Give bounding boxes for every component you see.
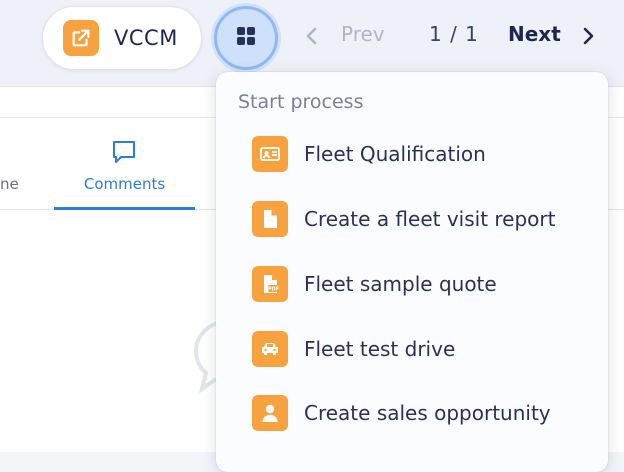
person-icon bbox=[252, 395, 288, 431]
dropdown-heading: Start process bbox=[238, 91, 364, 113]
tab-partial[interactable]: ne bbox=[0, 175, 19, 193]
vccm-button[interactable]: VCCM bbox=[42, 6, 202, 70]
vccm-label: VCCM bbox=[114, 26, 178, 50]
document-icon bbox=[252, 201, 288, 237]
menu-item-label: Fleet sample quote bbox=[304, 272, 497, 296]
chevron-left-icon[interactable] bbox=[302, 26, 322, 46]
grid-menu-button[interactable] bbox=[214, 6, 278, 70]
menu-item-fleet-sample-quote[interactable]: PDF Fleet sample quote bbox=[252, 264, 592, 304]
menu-item-create-sales-opportunity[interactable]: Create sales opportunity bbox=[252, 393, 592, 433]
start-process-dropdown: Start process Fleet Qualification Create… bbox=[216, 72, 608, 472]
menu-item-fleet-visit-report[interactable]: Create a fleet visit report bbox=[252, 199, 592, 239]
grid-icon bbox=[236, 26, 256, 50]
menu-item-fleet-qualification[interactable]: Fleet Qualification bbox=[252, 134, 592, 174]
tab-comments[interactable]: Comments bbox=[54, 117, 195, 210]
comment-icon bbox=[111, 139, 137, 169]
page-indicator: 1 / 1 bbox=[429, 22, 479, 46]
id-card-icon bbox=[252, 136, 288, 172]
pdf-file-icon: PDF bbox=[252, 266, 288, 302]
active-tab-indicator bbox=[54, 207, 195, 210]
external-link-icon bbox=[63, 20, 99, 56]
next-button[interactable]: Next bbox=[508, 22, 561, 46]
chevron-right-icon[interactable] bbox=[578, 26, 598, 46]
menu-item-label: Create sales opportunity bbox=[304, 401, 551, 425]
menu-item-label: Fleet Qualification bbox=[304, 142, 486, 166]
menu-item-label: Fleet test drive bbox=[304, 337, 456, 361]
prev-button[interactable]: Prev bbox=[341, 22, 385, 46]
car-icon bbox=[252, 331, 288, 367]
menu-item-fleet-test-drive[interactable]: Fleet test drive bbox=[252, 329, 592, 369]
svg-text:PDF: PDF bbox=[268, 287, 279, 293]
menu-item-label: Create a fleet visit report bbox=[304, 207, 556, 231]
tab-comments-label: Comments bbox=[83, 175, 166, 193]
